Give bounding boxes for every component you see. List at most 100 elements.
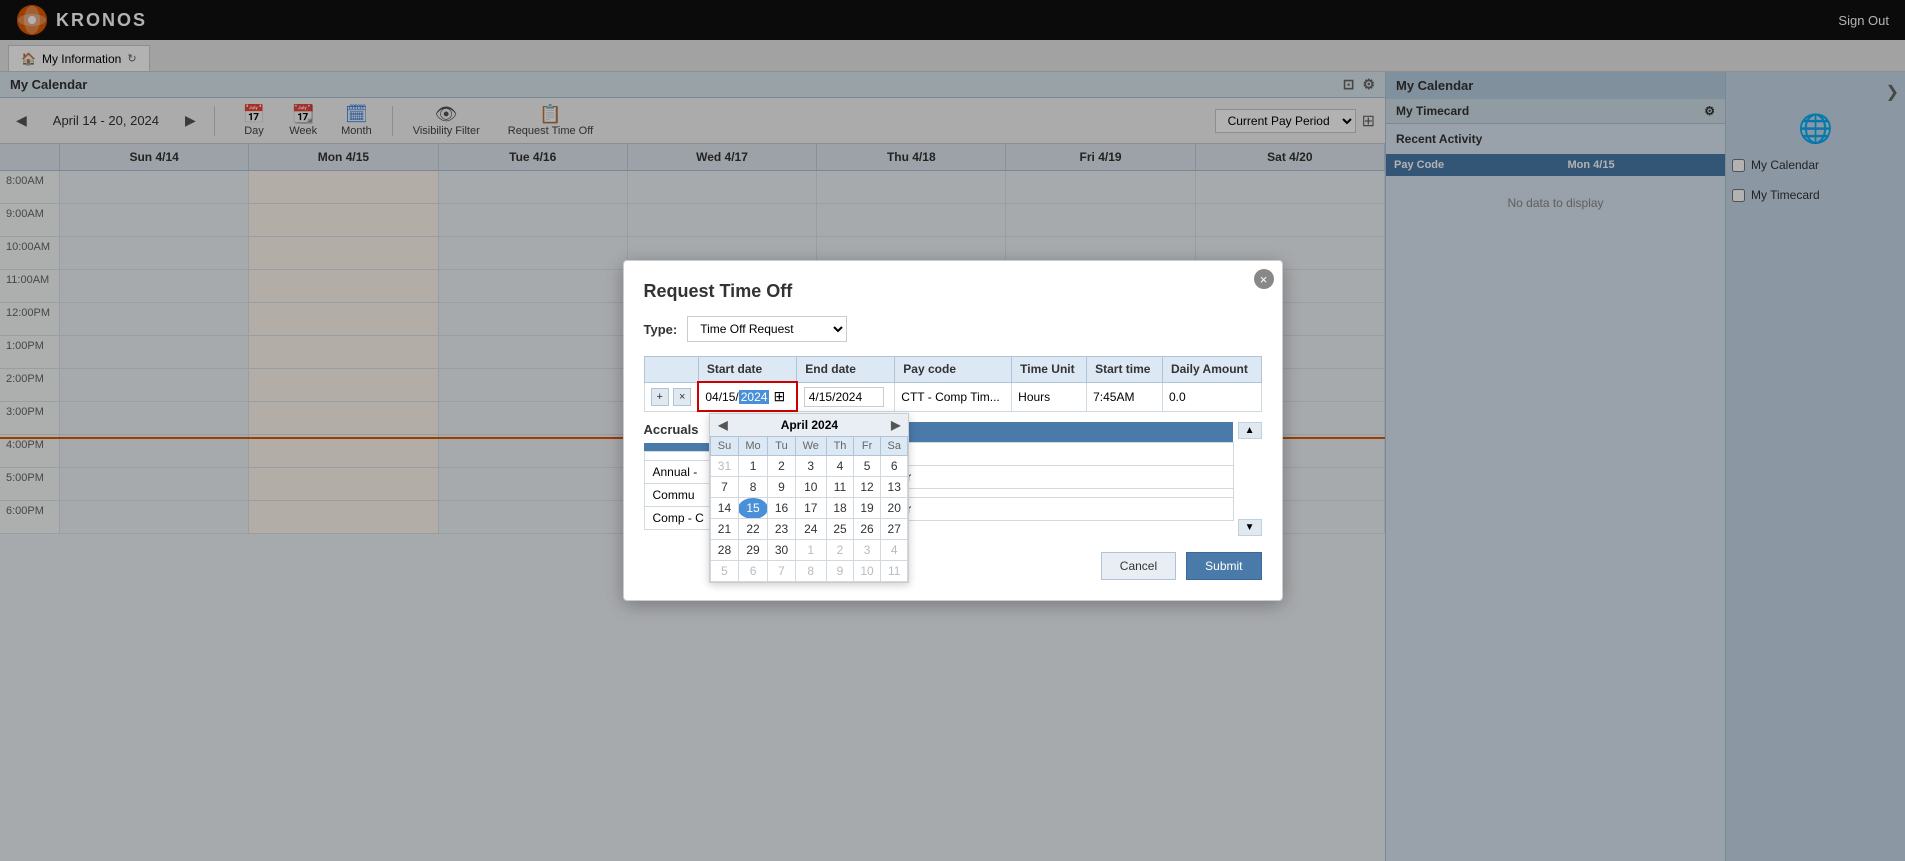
row-actions-cell: + × — [644, 382, 698, 411]
submit-button[interactable]: Submit — [1186, 552, 1261, 580]
cal-th-fr: Fr — [854, 437, 881, 456]
cal-day[interactable]: 26 — [854, 519, 881, 540]
balance-col: Balance — [857, 422, 1233, 443]
cal-day[interactable]: 19 — [854, 498, 881, 519]
request-time-off-modal: × Request Time Off Type: Time Off Reques… — [623, 260, 1283, 601]
cal-day[interactable]: 11 — [881, 561, 908, 582]
cal-day[interactable]: 11 — [826, 477, 853, 498]
scroll-up-btn[interactable]: ▲ — [1238, 422, 1262, 439]
balance-val-3 — [857, 489, 1233, 498]
cal-day[interactable]: 4 — [881, 540, 908, 561]
start-date-cell: 04/15/2024 ⊞ ◀ April 2024 ▶ — [698, 382, 796, 411]
cal-prev-month[interactable]: ◀ — [718, 418, 727, 432]
cal-day[interactable]: 12 — [854, 477, 881, 498]
cal-day[interactable]: 2 — [826, 540, 853, 561]
modal-content-area: Start date End date Pay code Time Unit S… — [644, 356, 1262, 536]
cal-day[interactable]: 6 — [738, 561, 768, 582]
cal-day[interactable]: 31 — [711, 456, 738, 477]
cal-week-1: 78910111213 — [711, 477, 908, 498]
cal-day[interactable]: 2 — [768, 456, 795, 477]
cal-day[interactable]: 3 — [795, 456, 826, 477]
type-select[interactable]: Time Off Request — [687, 316, 847, 342]
modal-overlay: × Request Time Off Type: Time Off Reques… — [0, 0, 1905, 861]
cal-day[interactable]: 8 — [738, 477, 768, 498]
request-table: Start date End date Pay code Time Unit S… — [644, 356, 1262, 412]
add-row-btn[interactable]: + — [651, 388, 669, 406]
balance-val-1: Hour — [857, 443, 1233, 466]
cal-day[interactable]: 15 — [738, 498, 768, 519]
cal-grid: Su Mo Tu We Th Fr Sa — [710, 436, 908, 582]
cal-day[interactable]: 30 — [768, 540, 795, 561]
cal-day[interactable]: 13 — [881, 477, 908, 498]
modal-type-row: Type: Time Off Request — [644, 316, 1262, 342]
cal-day[interactable]: 6 — [881, 456, 908, 477]
cal-day[interactable]: 10 — [795, 477, 826, 498]
cal-next-month[interactable]: ▶ — [891, 418, 900, 432]
cal-day[interactable]: 17 — [795, 498, 826, 519]
cal-day[interactable]: 1 — [795, 540, 826, 561]
cal-week-3: 21222324252627 — [711, 519, 908, 540]
balance-row-2: 8.0 Hour — [857, 466, 1233, 489]
cal-th-sa: Sa — [881, 437, 908, 456]
cal-th-su: Su — [711, 437, 738, 456]
delete-row-btn[interactable]: × — [673, 388, 691, 406]
date-picker-popup: ◀ April 2024 ▶ Su Mo Tu — [709, 413, 909, 583]
cal-week-5: 567891011 — [711, 561, 908, 582]
cal-day[interactable]: 14 — [711, 498, 738, 519]
cal-th-we: We — [795, 437, 826, 456]
calendar-picker-icon[interactable]: ⊞ — [773, 388, 785, 405]
balance-table-wrap: Balance Hour 8.0 Hour — [856, 422, 1233, 521]
balance-val-4: 0.0 Hour — [857, 498, 1233, 521]
row-actions: + × — [651, 388, 692, 406]
cancel-button[interactable]: Cancel — [1101, 552, 1176, 580]
balance-row-4: 0.0 Hour — [857, 498, 1233, 521]
cal-day[interactable]: 7 — [768, 561, 795, 582]
end-date-cell — [797, 382, 895, 411]
cal-day[interactable]: 1 — [738, 456, 768, 477]
cal-day[interactable]: 28 — [711, 540, 738, 561]
cal-day[interactable]: 27 — [881, 519, 908, 540]
type-label: Type: — [644, 322, 678, 337]
cal-day[interactable]: 4 — [826, 456, 853, 477]
cal-week-4: 2829301234 — [711, 540, 908, 561]
cal-day[interactable]: 16 — [768, 498, 795, 519]
col-start-time: Start time — [1087, 357, 1163, 383]
balance-scroll-wrap: Balance Hour 8.0 Hour — [856, 422, 1261, 536]
end-date-input[interactable] — [804, 387, 884, 407]
balance-row-3 — [857, 489, 1233, 498]
modal-close-button[interactable]: × — [1254, 269, 1274, 289]
cal-tbody: 3112345678910111213141516171819202122232… — [711, 456, 908, 582]
daily-amount-cell: 0.0 — [1162, 382, 1261, 411]
cal-day[interactable]: 7 — [711, 477, 738, 498]
balance-val-2: 8.0 Hour — [857, 466, 1233, 489]
cal-day[interactable]: 21 — [711, 519, 738, 540]
col-time-unit: Time Unit — [1012, 357, 1087, 383]
cal-day[interactable]: 9 — [826, 561, 853, 582]
col-end-date: End date — [797, 357, 895, 383]
start-date-input: 04/15/2024 ⊞ — [705, 388, 789, 405]
cal-day[interactable]: 20 — [881, 498, 908, 519]
cal-day[interactable]: 29 — [738, 540, 768, 561]
cal-day[interactable]: 8 — [795, 561, 826, 582]
cal-th-th: Th — [826, 437, 853, 456]
cal-day[interactable]: 9 — [768, 477, 795, 498]
cal-day[interactable]: 25 — [826, 519, 853, 540]
scroll-down-btn[interactable]: ▼ — [1238, 519, 1262, 536]
cal-day[interactable]: 23 — [768, 519, 795, 540]
pay-code-cell: CTT - Comp Tim... — [895, 382, 1012, 411]
col-daily-amount: Daily Amount — [1162, 357, 1261, 383]
time-unit-cell: Hours — [1012, 382, 1087, 411]
cal-popup-header: ◀ April 2024 ▶ — [710, 414, 908, 436]
cal-day[interactable]: 22 — [738, 519, 768, 540]
cal-day[interactable]: 5 — [711, 561, 738, 582]
scroll-arrows: ▲ ▼ — [1238, 422, 1262, 536]
cal-week-2: 14151617181920 — [711, 498, 908, 519]
cal-th-mo: Mo — [738, 437, 768, 456]
cal-day[interactable]: 18 — [826, 498, 853, 519]
col-pay-code: Pay code — [895, 357, 1012, 383]
cal-day[interactable]: 5 — [854, 456, 881, 477]
cal-day[interactable]: 3 — [854, 540, 881, 561]
cal-day[interactable]: 24 — [795, 519, 826, 540]
start-date-text: 04/15/2024 — [705, 390, 769, 404]
cal-day[interactable]: 10 — [854, 561, 881, 582]
